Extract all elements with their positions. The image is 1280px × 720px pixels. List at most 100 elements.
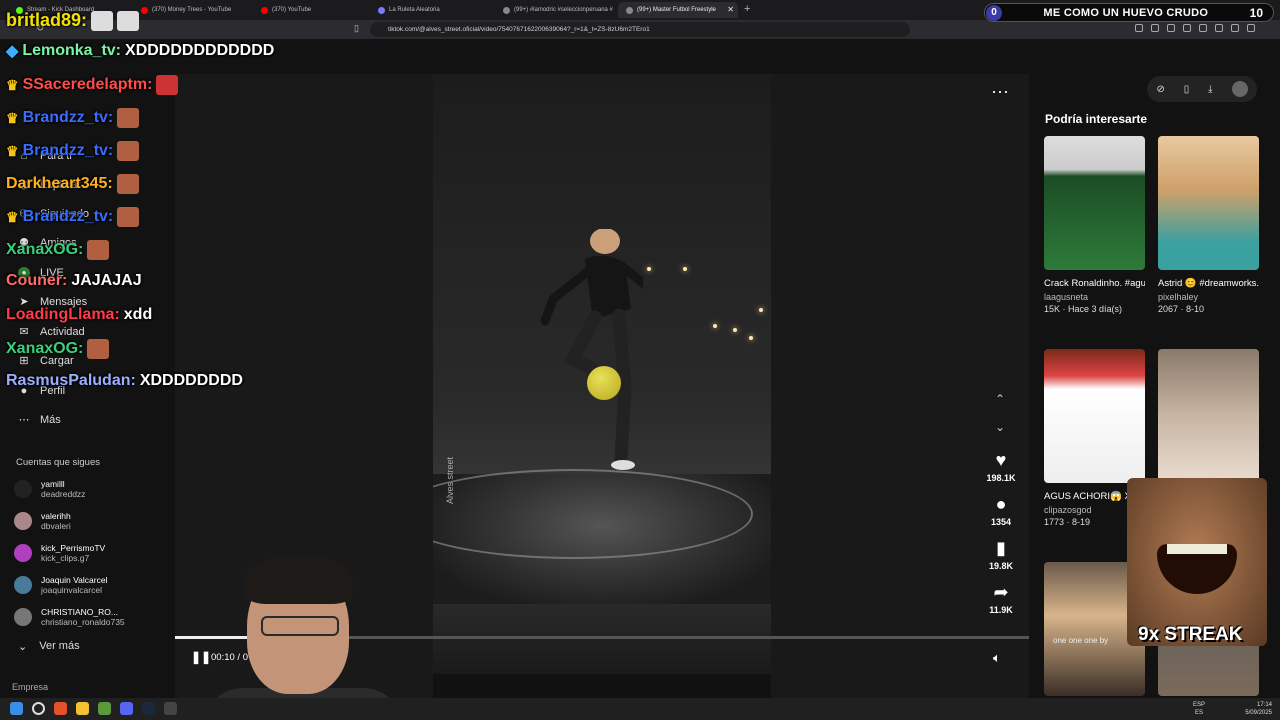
see-more-button[interactable]: ⌄ Ver más [18, 640, 80, 653]
following-account[interactable]: kick_PerrismoTV kick_clips.g7 [14, 543, 105, 563]
tiktok-favicon-icon [626, 6, 633, 14]
tiktok-favicon-icon [503, 6, 510, 14]
chat-username: LoadingLlama: [6, 306, 120, 323]
download-icon[interactable]: ⤓ [1208, 84, 1212, 95]
volume-icon[interactable]: 🔈︎ [993, 650, 1001, 666]
chat-text: XDDDDDDDDDDDD [125, 42, 275, 59]
language-indicator[interactable]: ESP ES [1193, 701, 1205, 717]
company-link[interactable]: Empresa [12, 682, 48, 692]
save-button[interactable]: ▮ 19.8K [981, 538, 1021, 571]
crown-icon: ♛ [6, 76, 19, 93]
following-account[interactable]: yamilll deadreddzz [14, 479, 85, 499]
url-field[interactable]: tiktok.com/@alves_street.oficial/video/7… [370, 22, 910, 37]
following-account[interactable]: Joaquin Valcarcel joaquinvalcarcel [14, 575, 107, 595]
new-tab-icon[interactable]: + [744, 3, 750, 15]
streamer-hair [245, 554, 353, 604]
tab-tiktok-modric[interactable]: (99+) #lamodric #seleccionperuana # [495, 2, 615, 18]
chat-username: XanaxOG: [6, 340, 84, 357]
teeth [1167, 544, 1227, 554]
video-thumbnail [1158, 349, 1259, 483]
cube-badge-icon: ◆ [6, 43, 19, 60]
more-icon: ⋯ [18, 414, 30, 426]
chevron-up-icon[interactable]: ⌃ [995, 392, 1005, 406]
activity-icon: ✉ [19, 326, 29, 338]
obs-icon[interactable] [164, 702, 177, 715]
following-account[interactable]: valerihh dbvaleri [14, 511, 71, 531]
chat-message: XanaxOG: [6, 240, 110, 260]
close-tab-icon[interactable]: ✕ [727, 5, 734, 14]
extension-icon[interactable] [1151, 24, 1159, 32]
file-explorer-icon[interactable] [76, 702, 89, 715]
tab-ruleta[interactable]: La Ruleta Aleatoria [370, 2, 495, 18]
recommendation-card[interactable] [1158, 349, 1259, 483]
app-icon[interactable] [98, 702, 111, 715]
avatar [14, 608, 32, 626]
chat-username: RasmusPaludan: [6, 372, 136, 389]
goal-end-count: 10 [1249, 5, 1263, 20]
tab-tiktok-freestyle[interactable]: (99+) Master Futbol Freestyle ✕ [618, 2, 738, 18]
goal-title: ME COMO UN HUEVO CRUDO [1043, 6, 1209, 19]
tab-youtube[interactable]: (370) YouTube [253, 2, 368, 18]
extension-icon[interactable] [1199, 24, 1207, 32]
nav-more[interactable]: ⋯ Más [18, 414, 61, 426]
comment-icon: ● [995, 494, 1007, 514]
chat-text: xdd [123, 306, 153, 323]
recommendation-card[interactable]: Crack Ronaldinho. #agusneta... laagusnet… [1044, 136, 1145, 314]
like-button[interactable]: ♥ 198.1K [981, 450, 1021, 483]
thumbnail-caption: one one one by [1053, 636, 1109, 645]
crown-icon: ♛ [6, 208, 19, 225]
more-options-icon[interactable]: ⋯ [991, 82, 1010, 103]
laughing-face-overlay [1127, 478, 1267, 646]
search-icon[interactable] [32, 702, 45, 715]
brave-browser-icon[interactable] [54, 702, 67, 715]
device-icon[interactable]: ▯ [1184, 84, 1190, 95]
coin-icon[interactable]: ⊘ [1156, 84, 1164, 95]
share-button[interactable]: ➦ 11.9K [981, 582, 1021, 615]
chat-username: Brandzz_tv: [22, 142, 114, 159]
ruleta-favicon-icon [378, 6, 385, 14]
menu-icon[interactable] [1247, 24, 1255, 32]
chevron-down-icon[interactable]: ⌄ [995, 420, 1005, 434]
discord-icon[interactable] [120, 702, 133, 715]
glasses [261, 616, 339, 636]
chat-message: Couner: JAJAJAJ [6, 272, 142, 290]
heart-icon: ♥ [995, 450, 1007, 470]
steam-icon[interactable] [142, 702, 155, 715]
emote-icon [91, 10, 114, 31]
chat-text: XDDDDDDDD [139, 372, 243, 389]
avatar [14, 544, 32, 562]
comment-button[interactable]: ● 1354 [981, 494, 1021, 527]
emote-icon [117, 141, 140, 161]
browser-toolbar [1135, 24, 1255, 32]
bookmark-icon[interactable]: ▯ [354, 23, 359, 34]
extension-icon[interactable] [1167, 24, 1175, 32]
recommendations-title: Podría interesarte [1045, 112, 1148, 126]
sidebar-icon[interactable] [1215, 24, 1223, 32]
extension-icon[interactable] [1135, 24, 1143, 32]
chat-username: Lemonka_tv: [22, 42, 122, 59]
windows-start-icon[interactable] [10, 702, 23, 715]
avatar [14, 576, 32, 594]
profile-avatar-icon[interactable] [1231, 81, 1248, 97]
emote-icon [117, 207, 140, 227]
stream-goal-bar: 0 ME COMO UN HUEVO CRUDO 10 [984, 3, 1274, 22]
video-frame[interactable]: Alves street [433, 74, 771, 674]
wallet-icon[interactable] [1231, 24, 1239, 32]
video-watermark: Alves street [445, 456, 455, 504]
header-actions: ⊘ ▯ ⤓ [1147, 76, 1257, 102]
recommendation-card[interactable]: Astrid 😊 #dreamworks... pixelhaley 2067 … [1158, 136, 1259, 314]
tab-youtube-money-trees[interactable]: (370) Money Trees - YouTube [133, 2, 253, 18]
following-account[interactable]: CHRISTIANO_RO... christiano_ronaldo735 [14, 607, 125, 627]
system-clock[interactable]: 17:14 5/09/2025 [1245, 701, 1272, 717]
extension-icon[interactable] [1183, 24, 1191, 32]
crown-icon: ♛ [6, 109, 19, 126]
chat-message: RasmusPaludan: XDDDDDDDD [6, 372, 243, 390]
goal-start-count: 0 [986, 4, 1002, 21]
video-thumbnail [1044, 136, 1145, 270]
share-icon: ➦ [993, 582, 1009, 602]
video-thumbnail [1044, 349, 1145, 483]
nav-activity[interactable]: ✉ Actividad [18, 326, 84, 338]
crown-icon: ♛ [6, 142, 19, 159]
emote-icon [87, 339, 110, 359]
video-thumbnail [1158, 136, 1259, 270]
